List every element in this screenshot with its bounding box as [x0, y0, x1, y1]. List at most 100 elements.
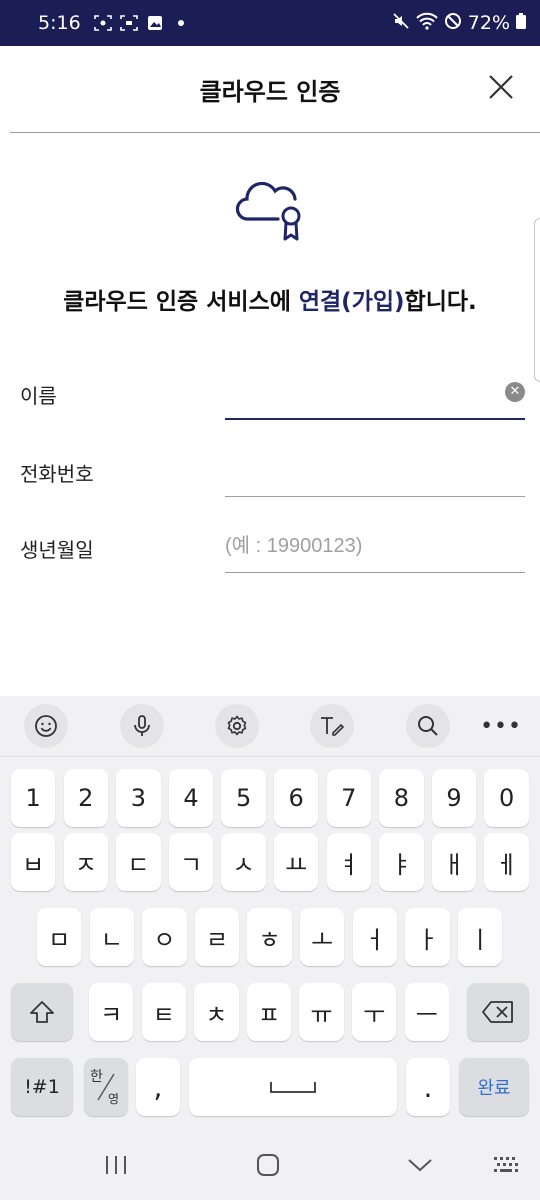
close-icon	[489, 75, 513, 99]
number-key[interactable]: 8	[379, 769, 424, 827]
header: 클라우드 인증	[0, 46, 540, 132]
phone-field: 전화번호	[0, 440, 540, 500]
letter-key[interactable]: ㅗ	[300, 908, 345, 966]
letter-key[interactable]: ㅋ	[89, 983, 134, 1041]
search-icon	[418, 716, 438, 736]
language-key[interactable]: 한 영	[84, 1058, 128, 1116]
period-key[interactable]: .	[406, 1058, 450, 1116]
voice-input-button[interactable]	[120, 704, 164, 748]
birth-field: 생년월일	[0, 516, 540, 576]
comma-key[interactable]: ,	[136, 1058, 180, 1116]
letter-key[interactable]: ㅈ	[63, 833, 108, 891]
number-key[interactable]: 1	[11, 769, 56, 827]
status-bar: 5:16 72%	[0, 0, 540, 46]
handwriting-button[interactable]	[310, 704, 354, 748]
wifi-icon	[416, 12, 438, 35]
backspace-key[interactable]	[467, 983, 529, 1041]
space-key[interactable]	[189, 1058, 397, 1116]
search-button[interactable]	[406, 704, 450, 748]
letter-key[interactable]: ㄷ	[116, 833, 161, 891]
letter-key[interactable]: ㅅ	[221, 833, 266, 891]
birth-underline	[225, 572, 525, 573]
space-icon	[270, 1082, 316, 1093]
letter-key[interactable]: ㅍ	[246, 983, 292, 1041]
letter-key[interactable]: ㅊ	[194, 983, 239, 1041]
battery-icon	[516, 12, 526, 34]
birth-input[interactable]	[225, 526, 525, 566]
name-field: 이름 ✕	[0, 362, 540, 422]
status-right: 72%	[392, 12, 526, 35]
mic-icon	[134, 715, 150, 736]
headline-text: 클라우드 인증 서비스에	[63, 289, 299, 315]
close-button[interactable]	[488, 74, 514, 100]
keyboard-divider	[0, 756, 540, 757]
headline-end: 합니다.	[404, 289, 477, 315]
letter-key[interactable]: ㅏ	[405, 908, 450, 966]
more-icon[interactable]: •••	[480, 714, 522, 739]
cloud-certificate-icon	[234, 176, 306, 244]
number-key[interactable]: 0	[484, 769, 529, 827]
keyboard-switch-button[interactable]	[489, 1150, 523, 1180]
dot-icon	[171, 13, 191, 33]
letter-key[interactable]: ㅓ	[352, 908, 397, 966]
header-divider	[10, 132, 540, 133]
keyboard-settings-button[interactable]	[215, 704, 259, 748]
phone-input[interactable]	[225, 450, 525, 490]
chevron-down-icon	[408, 1159, 432, 1172]
handwriting-icon	[321, 717, 345, 736]
keyboard-toolbar: •••	[0, 696, 540, 756]
name-input[interactable]	[225, 372, 525, 412]
gallery-icon	[145, 13, 165, 33]
done-key[interactable]: 완료	[459, 1058, 529, 1116]
number-key[interactable]: 9	[431, 769, 477, 827]
phone-underline	[225, 496, 525, 497]
letter-key[interactable]: ㅇ	[142, 908, 187, 966]
letter-key[interactable]: ㅛ	[274, 833, 319, 891]
page-title: 클라우드 인증	[199, 77, 341, 106]
number-key[interactable]: 5	[221, 769, 266, 827]
clear-icon[interactable]: ✕	[505, 382, 525, 402]
number-key[interactable]: 4	[168, 769, 214, 827]
number-key[interactable]: 3	[116, 769, 161, 827]
shift-icon	[30, 1001, 54, 1023]
letter-key[interactable]: ㅂ	[11, 833, 56, 891]
letter-key[interactable]: ㅎ	[247, 908, 292, 966]
recent-apps-button[interactable]	[99, 1150, 133, 1180]
screenshot-icon	[119, 13, 139, 33]
phone-label: 전화번호	[20, 462, 94, 486]
letter-key[interactable]: ㅣ	[457, 908, 503, 966]
name-label: 이름	[20, 384, 57, 408]
letter-key[interactable]: ㅔ	[484, 833, 529, 891]
headline-accent: 연결(가입)	[298, 289, 405, 315]
screen-record-icon	[93, 13, 113, 33]
letter-key[interactable]: ㄱ	[168, 833, 214, 891]
letter-key[interactable]: ㅑ	[379, 833, 424, 891]
emoji-button[interactable]	[24, 704, 68, 748]
shift-key[interactable]	[11, 983, 73, 1041]
letter-key[interactable]: ㅐ	[431, 833, 477, 891]
lang-bottom-label: 영	[108, 1092, 120, 1106]
keyboard: ••• 1234567890 ㅂㅈㄷㄱㅅㅛㅕㅑㅐㅔ ㅁㄴㅇㄹㅎㅗㅓㅏㅣ ㅋㅌㅊㅍ…	[0, 696, 540, 1200]
recent-apps-icon	[106, 1156, 126, 1174]
lang-top-label: 한	[90, 1069, 103, 1085]
do-not-disturb-icon	[444, 12, 462, 35]
home-button[interactable]	[251, 1150, 285, 1180]
settings-icon	[227, 715, 247, 736]
number-key[interactable]: 2	[63, 769, 108, 827]
number-key[interactable]: 6	[274, 769, 319, 827]
letter-key[interactable]: ㅕ	[326, 833, 371, 891]
letter-key[interactable]: ㅠ	[299, 983, 344, 1041]
letter-key[interactable]: ㅡ	[404, 983, 449, 1041]
home-icon	[257, 1154, 279, 1176]
letter-key[interactable]: ㅌ	[141, 983, 186, 1041]
symbols-key[interactable]: !#1	[11, 1058, 73, 1116]
letter-key[interactable]: ㄴ	[89, 908, 134, 966]
number-key[interactable]: 7	[326, 769, 371, 827]
letter-key[interactable]: ㅁ	[37, 908, 82, 966]
status-time: 5:16	[38, 12, 81, 34]
letter-key[interactable]: ㅜ	[352, 983, 397, 1041]
hide-keyboard-button[interactable]	[403, 1150, 437, 1180]
letter-key[interactable]: ㄹ	[194, 908, 240, 966]
emoji-icon	[35, 715, 57, 737]
name-underline	[225, 418, 525, 420]
